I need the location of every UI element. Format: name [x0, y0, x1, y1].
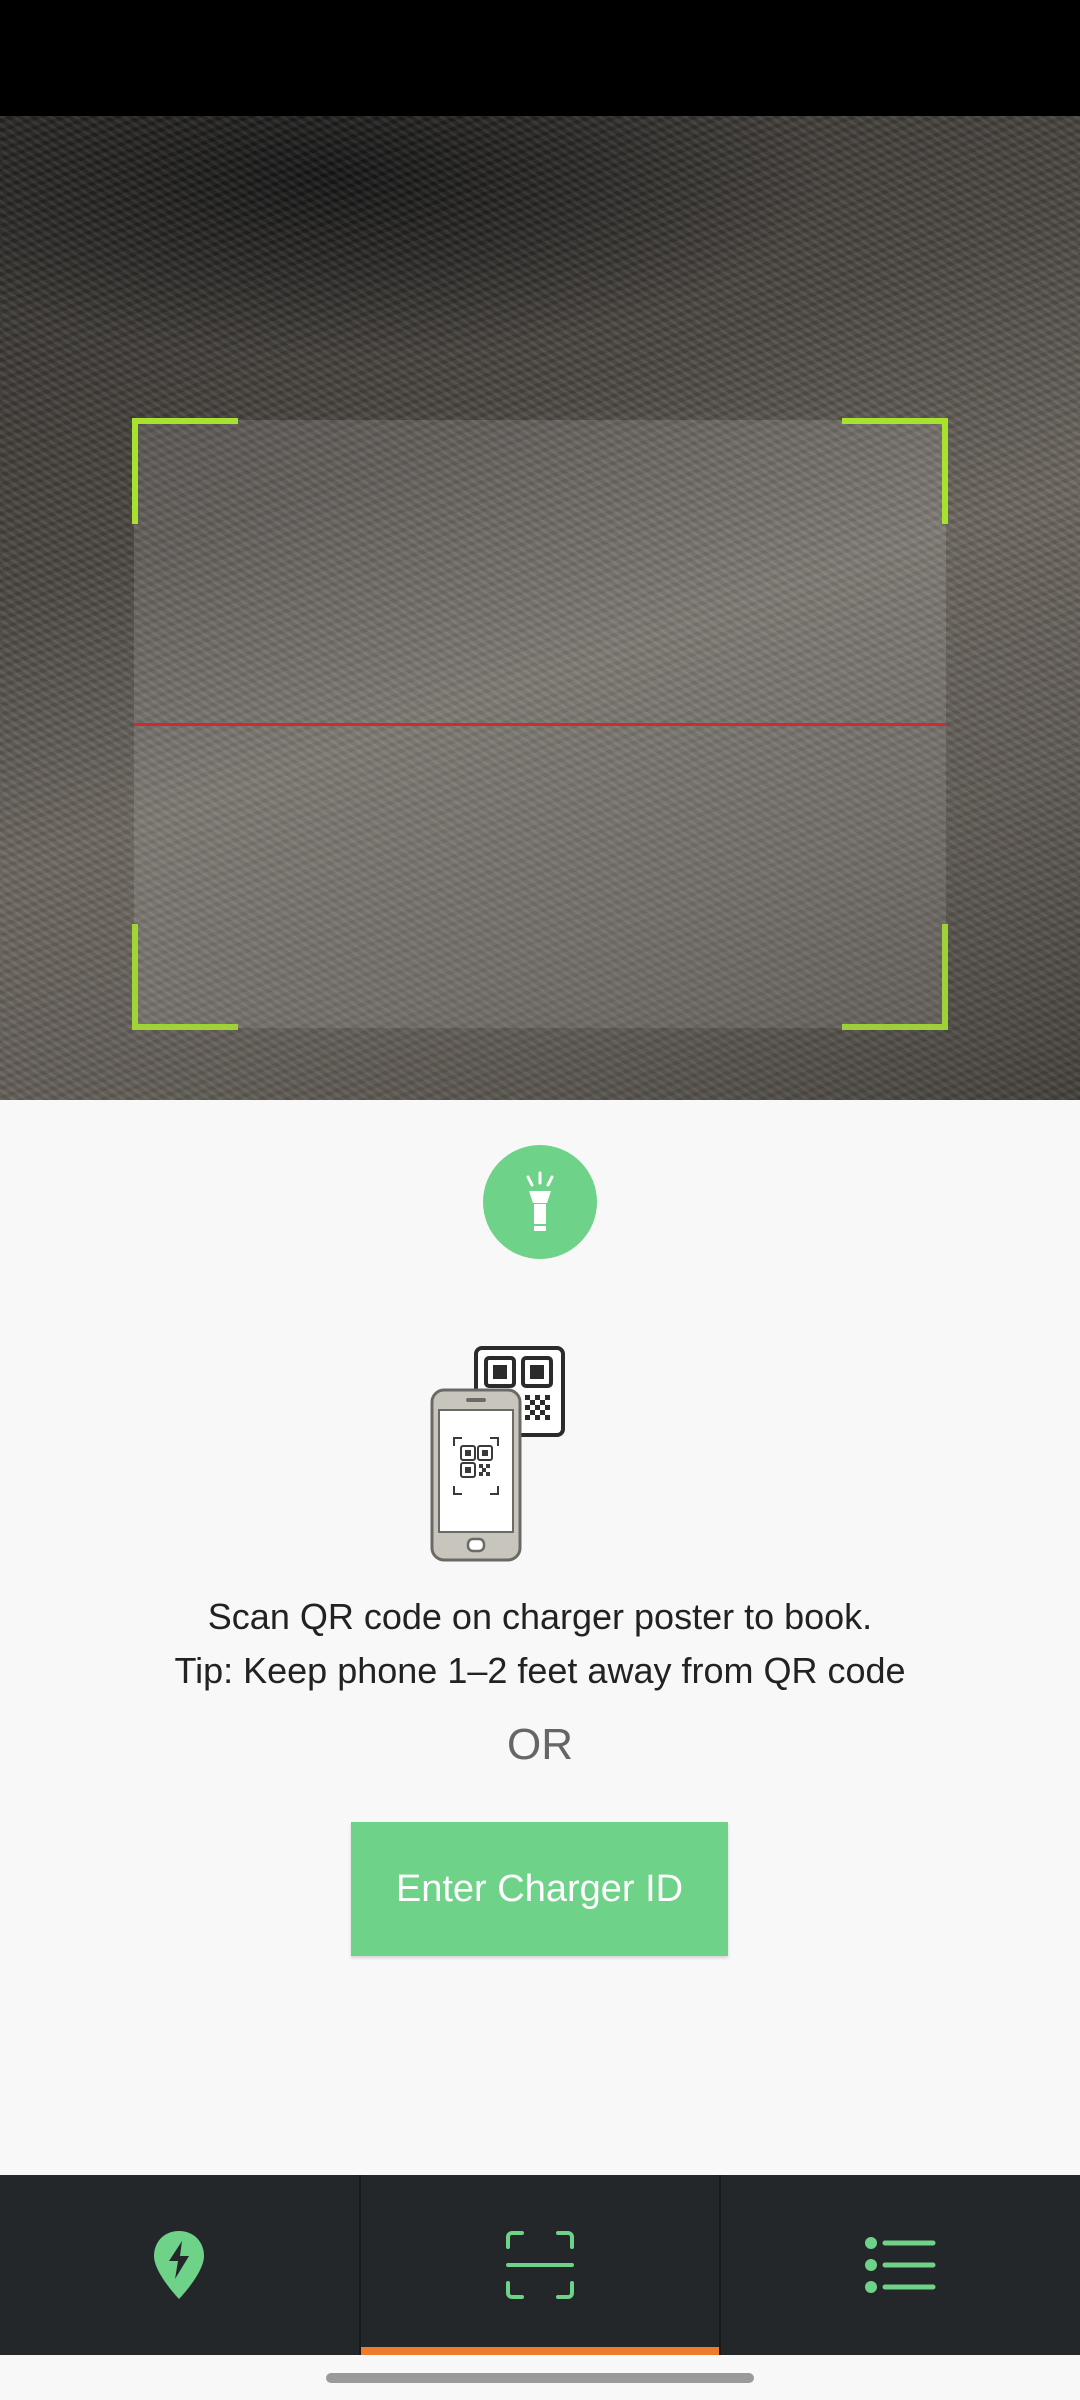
- flashlight-icon: [526, 1171, 554, 1231]
- scan-frame: [132, 418, 948, 1030]
- scan-frame-icon: [506, 2231, 574, 2299]
- frame-corner-top-left: [132, 418, 238, 524]
- camera-preview: [0, 116, 1080, 1100]
- frame-corner-bottom-left: [132, 924, 238, 1030]
- scan-line: [134, 723, 946, 726]
- nav-tab-list[interactable]: [721, 2175, 1080, 2355]
- or-divider-label: OR: [507, 1720, 573, 1769]
- charger-location-pin-icon: [154, 2231, 205, 2299]
- nav-tab-map[interactable]: [0, 2175, 361, 2355]
- status-bar: [0, 0, 1080, 116]
- home-indicator[interactable]: [326, 2373, 754, 2383]
- flashlight-button[interactable]: [483, 1145, 597, 1259]
- frame-corner-top-right: [842, 418, 948, 524]
- bottom-navigation: [0, 2175, 1080, 2355]
- scan-tip: Tip: Keep phone 1–2 feet away from QR co…: [174, 1650, 906, 1691]
- nav-tab-scan[interactable]: [360, 2175, 722, 2355]
- scan-instruction: Scan QR code on charger poster to book.: [207, 1596, 873, 1637]
- gesture-bar: [0, 2355, 1080, 2400]
- qr-scanner-screen: Scan QR code on charger poster to book. …: [0, 0, 1080, 2400]
- enter-charger-id-button[interactable]: Enter Charger ID: [351, 1822, 728, 1956]
- phone-scanning-qr-icon: [430, 1346, 565, 1562]
- frame-corner-bottom-right: [842, 924, 948, 1030]
- list-icon: [864, 2237, 936, 2293]
